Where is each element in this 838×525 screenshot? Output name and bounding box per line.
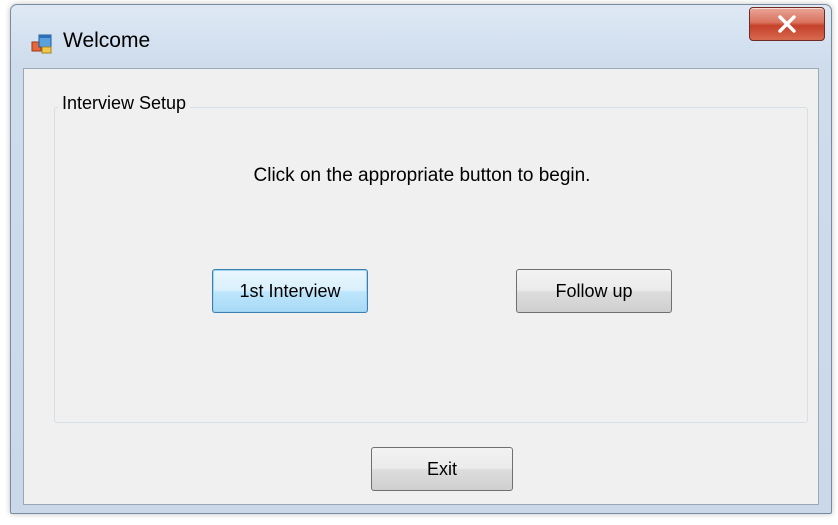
exit-button[interactable]: Exit — [371, 447, 513, 491]
close-x-icon — [776, 15, 798, 33]
instruction-text: Click on the appropriate button to begin… — [253, 165, 591, 186]
window-title: Welcome — [63, 29, 151, 52]
first-interview-button[interactable]: 1st Interview — [212, 269, 368, 313]
title-bar[interactable]: Welcome — [11, 5, 831, 73]
screen: Welcome Interview Setup Click on the app… — [0, 0, 838, 525]
interview-setup-groupbox — [54, 107, 808, 423]
follow-up-button[interactable]: Follow up — [516, 269, 672, 313]
welcome-window: Welcome Interview Setup Click on the app… — [10, 4, 832, 514]
application-form-icon — [31, 33, 53, 55]
groupbox-legend: Interview Setup — [58, 93, 191, 114]
close-button[interactable] — [749, 7, 825, 41]
dialog-client-area: Interview Setup Click on the appropriate… — [23, 68, 819, 505]
